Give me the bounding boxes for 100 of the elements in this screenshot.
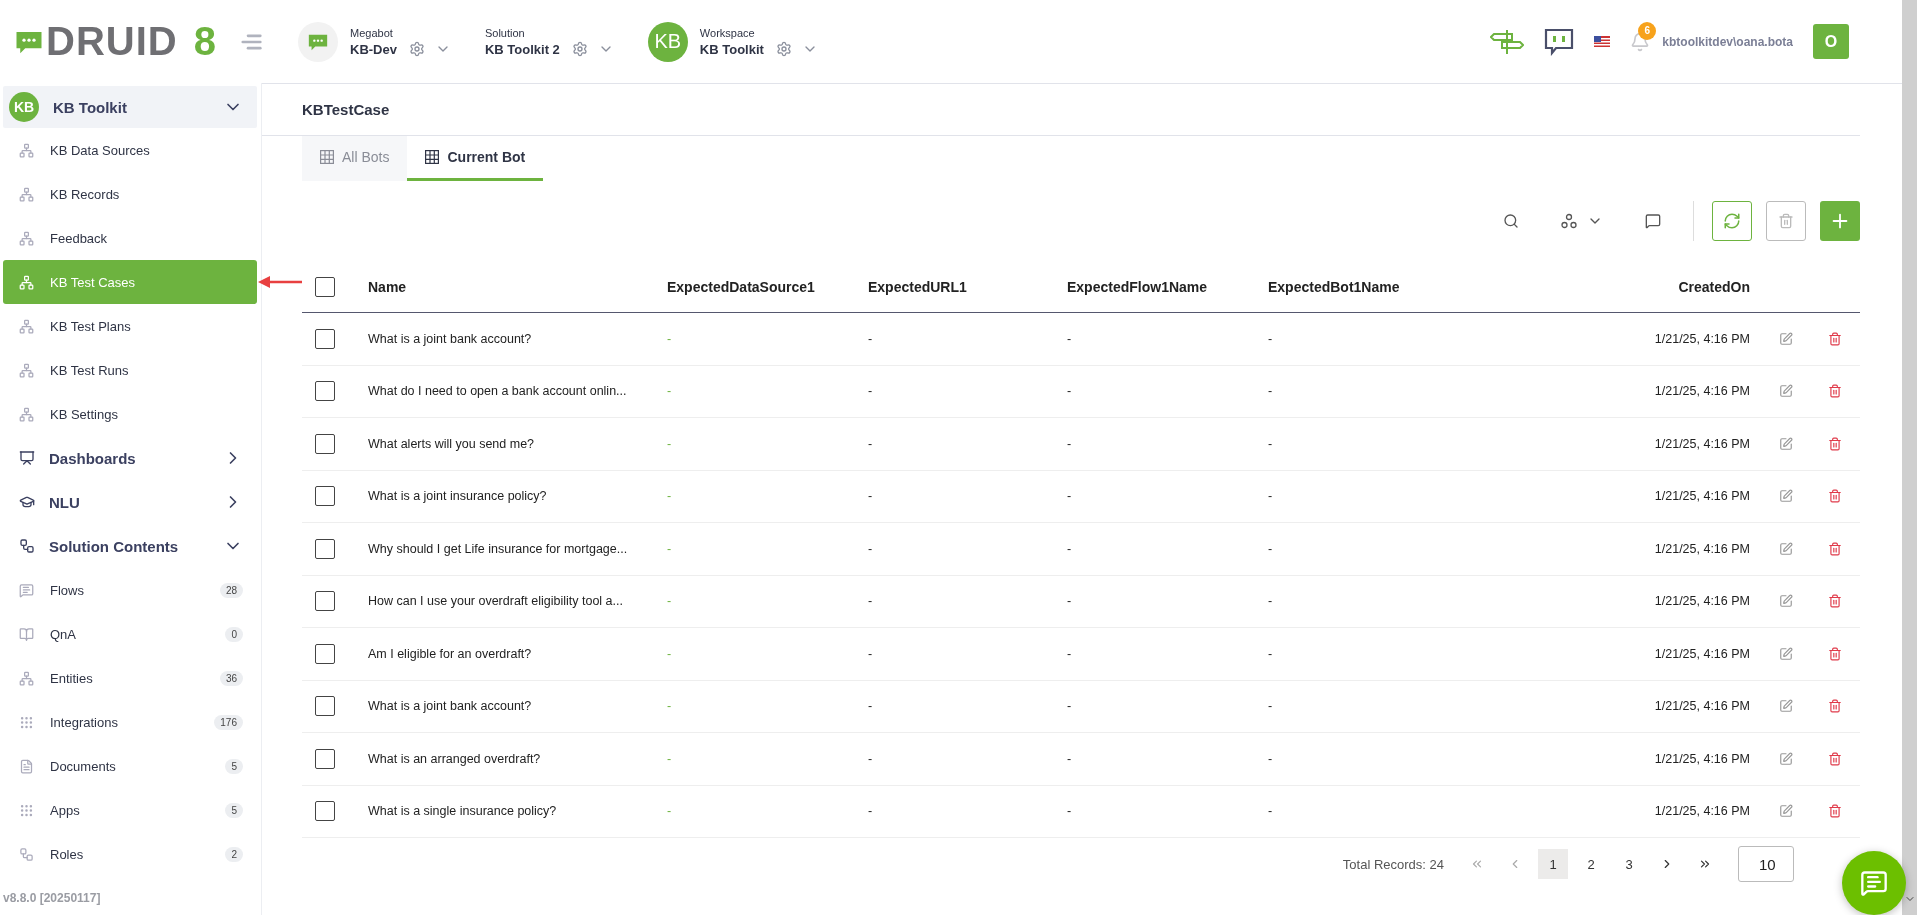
row-checkbox[interactable] [315, 433, 335, 454]
edit-icon[interactable] [1779, 384, 1793, 399]
sidebar-item[interactable]: KB Records [3, 172, 257, 216]
edit-icon[interactable] [1779, 804, 1793, 819]
sidebar-item[interactable]: Integrations 176 [3, 700, 257, 744]
table-cell-text: - [667, 804, 673, 819]
bot-chat-icon[interactable] [1544, 27, 1575, 56]
page-button[interactable]: 1 [1538, 849, 1568, 879]
selector-label: Workspace [699, 26, 756, 39]
edit-icon[interactable] [1779, 331, 1793, 346]
column-header[interactable]: ExpectedURL1 [868, 278, 1067, 295]
sidebar-item[interactable]: Roles 2 [3, 832, 257, 876]
table-cell-text: - [1067, 751, 1073, 766]
settings-icon[interactable] [408, 40, 425, 57]
row-checkbox[interactable] [315, 538, 335, 559]
edit-icon[interactable] [1779, 751, 1793, 766]
sidebar-item[interactable]: Apps 5 [3, 788, 257, 832]
delete-icon[interactable] [1828, 804, 1842, 819]
row-checkbox[interactable] [315, 591, 335, 612]
table-cell-text: - [1268, 436, 1274, 451]
delete-icon[interactable] [1828, 699, 1842, 714]
column-header[interactable]: ExpectedFlow1Name [1067, 278, 1268, 295]
delete-icon[interactable] [1828, 594, 1842, 609]
sidebar-item[interactable]: QnA 0 [3, 612, 257, 656]
delete-icon[interactable] [1828, 646, 1842, 661]
table-cell-text: 1/21/25, 4:16 PM [1653, 541, 1751, 556]
table-cell-text: - [667, 384, 673, 399]
selector-label: Megabot [350, 26, 394, 39]
selector-value[interactable]: KB Toolkit 2 [484, 41, 560, 57]
row-checkbox[interactable] [315, 643, 335, 664]
sidebar-group[interactable]: Solution Contents [3, 524, 257, 568]
network-icon [19, 186, 34, 202]
table-cell-text: 1/21/25, 4:16 PM [1653, 804, 1751, 819]
page-size-field[interactable]: 10 [1738, 846, 1794, 882]
table-cell-text: - [1067, 646, 1073, 661]
delete-icon[interactable] [1828, 541, 1842, 556]
select-all-checkbox[interactable] [315, 276, 335, 297]
selector-value[interactable]: KB-Dev [350, 41, 397, 57]
sidebar-group[interactable]: NLU [3, 480, 257, 524]
sidebar-item[interactable]: KB Test Plans [3, 304, 257, 348]
settings-icon[interactable] [571, 40, 588, 57]
sidebar-item[interactable]: KB Test Runs [3, 348, 257, 392]
hierarchy-icon [19, 538, 35, 554]
user-name[interactable]: kbtoolkitdev\oana.bota [1662, 34, 1793, 49]
workspace-avatar: KB [647, 21, 688, 62]
page-button[interactable]: 3 [1614, 849, 1644, 879]
settings-icon[interactable] [775, 40, 792, 57]
table-cell-text: 1/21/25, 4:16 PM [1653, 331, 1751, 346]
delete-button[interactable] [1766, 201, 1806, 241]
page-button[interactable]: 2 [1576, 849, 1606, 879]
table-cell-text: - [1268, 331, 1274, 346]
count-badge: 2 [225, 846, 243, 862]
column-header[interactable]: CreatedOn [1592, 278, 1762, 295]
sidebar-item[interactable]: KB Data Sources [3, 128, 257, 172]
edit-icon[interactable] [1779, 646, 1793, 661]
sidebar-item[interactable]: Flows 28 [3, 568, 257, 612]
sidebar-group[interactable]: Dashboards [3, 436, 257, 480]
delete-icon[interactable] [1828, 751, 1842, 766]
column-header[interactable]: ExpectedDataSource1 [667, 278, 868, 295]
refresh-button[interactable] [1712, 201, 1752, 241]
delete-icon[interactable] [1828, 489, 1842, 504]
delete-icon[interactable] [1828, 436, 1842, 451]
table-cell-text: - [1067, 541, 1073, 556]
sidebar-item[interactable]: Feedback [3, 216, 257, 260]
row-checkbox[interactable] [315, 328, 335, 349]
row-checkbox[interactable] [315, 696, 335, 717]
column-header[interactable]: ExpectedBot1Name [1268, 278, 1592, 295]
scrollbar[interactable] [1902, 0, 1917, 915]
row-checkbox[interactable] [315, 486, 335, 507]
add-button[interactable] [1820, 201, 1860, 241]
table-cell-text: - [868, 646, 874, 661]
edit-icon[interactable] [1779, 594, 1793, 609]
hierarchy-icon [19, 846, 34, 862]
signpost-icon[interactable] [1490, 27, 1525, 56]
sidebar-item[interactable]: Documents 5 [3, 744, 257, 788]
table-cell-text: 1/21/25, 4:16 PM [1653, 646, 1751, 661]
selector-value[interactable]: KB Toolkit [699, 41, 764, 57]
table-cell-text: - [667, 646, 673, 661]
cap-icon [19, 494, 35, 510]
delete-icon[interactable] [1828, 331, 1842, 346]
table-cell-text: - [1067, 594, 1073, 609]
row-checkbox[interactable] [315, 381, 335, 402]
edit-icon[interactable] [1779, 436, 1793, 451]
sidebar-item[interactable]: KB Settings [3, 392, 257, 436]
table-cell-text: - [868, 804, 874, 819]
flag-icon[interactable] [1594, 36, 1611, 47]
column-header[interactable]: Name [368, 278, 667, 295]
table-icon [425, 150, 440, 164]
table-cell-text: - [667, 751, 673, 766]
sidebar-group[interactable]: KB KB Toolkit [3, 86, 257, 128]
delete-icon[interactable] [1828, 384, 1842, 399]
sidebar-item[interactable]: Entities 36 [3, 656, 257, 700]
edit-icon[interactable] [1779, 489, 1793, 504]
edit-icon[interactable] [1779, 699, 1793, 714]
row-checkbox[interactable] [315, 801, 335, 822]
table-cell-text: 1/21/25, 4:16 PM [1653, 751, 1751, 766]
row-checkbox[interactable] [315, 748, 335, 769]
edit-icon[interactable] [1779, 541, 1793, 556]
chat-button[interactable] [1842, 851, 1906, 915]
network-icon [19, 670, 34, 686]
